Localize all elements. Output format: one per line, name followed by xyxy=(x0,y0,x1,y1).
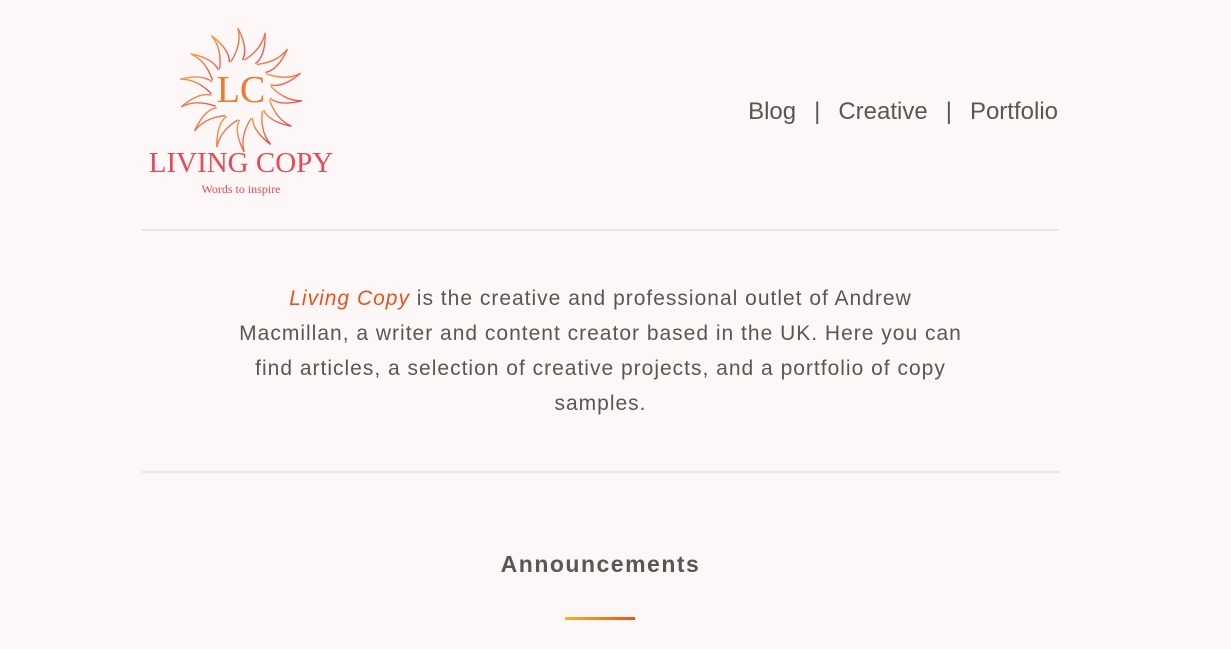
heading-accent-bar xyxy=(565,617,635,620)
sun-ray xyxy=(180,93,216,108)
nav-separator: | xyxy=(814,98,821,125)
sun-ray xyxy=(230,27,246,63)
logo-name: LIVING COPY xyxy=(149,147,334,179)
site-logo[interactable]: LC LIVING COPY Words to inspire xyxy=(143,20,338,204)
nav-link-creative[interactable]: Creative xyxy=(838,98,927,126)
sun-ray xyxy=(193,106,226,132)
divider-top xyxy=(142,229,1059,231)
logo-monogram: LC xyxy=(217,69,266,111)
sun-logo-icon: LC LIVING COPY Words to inspire xyxy=(149,27,334,196)
sun-ray xyxy=(243,32,266,65)
main-nav: Blog | Creative | Portfolio xyxy=(748,98,1058,126)
page: LC LIVING COPY Words to inspire Blog | C… xyxy=(0,0,1231,649)
sun-ray xyxy=(179,76,213,95)
intro-brand: Living Copy xyxy=(289,287,410,310)
divider-bottom xyxy=(142,471,1059,473)
intro-paragraph: Living Copy is the creative and professi… xyxy=(238,281,963,421)
sun-ray xyxy=(266,72,302,87)
nav-separator: | xyxy=(945,98,952,125)
nav-link-portfolio[interactable]: Portfolio xyxy=(970,98,1058,126)
logo-tagline: Words to inspire xyxy=(201,182,280,196)
sun-ray xyxy=(269,85,303,104)
announcements-heading: Announcements xyxy=(500,551,701,577)
nav-link-blog[interactable]: Blog xyxy=(748,98,796,126)
sun-ray xyxy=(216,115,239,148)
